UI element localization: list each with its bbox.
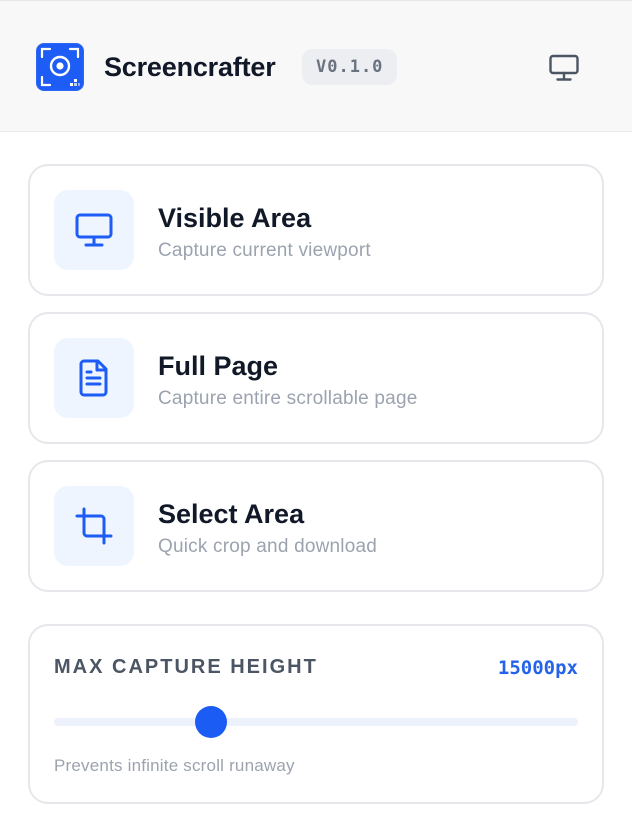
- setting-label: MAX CAPTURE HEIGHT: [54, 656, 318, 678]
- camera-focus-icon: [36, 43, 84, 91]
- icon-tile: [54, 486, 134, 566]
- mode-title: Select Area: [158, 499, 305, 529]
- display-settings-button[interactable]: [546, 51, 582, 85]
- monitor-icon: [549, 54, 579, 81]
- monitor-icon: [75, 213, 113, 247]
- max-height-slider-thumb[interactable]: [195, 706, 228, 738]
- icon-tile: [54, 190, 134, 270]
- mode-title: Full Page: [158, 351, 279, 381]
- setting-value: 15000px: [497, 657, 578, 679]
- max-capture-height-setting: MAX CAPTURE HEIGHT 15000px Prevents infi…: [28, 624, 604, 804]
- document-icon: [79, 359, 108, 397]
- mode-title: Visible Area: [158, 203, 312, 233]
- max-height-slider-track[interactable]: [54, 718, 578, 726]
- visible-area-button[interactable]: Visible Area Capture current viewport: [28, 164, 604, 296]
- mode-subtitle: Quick crop and download: [158, 536, 378, 557]
- crop-icon: [75, 507, 113, 545]
- version-badge: V0.1.0: [302, 49, 398, 85]
- setting-hint: Prevents infinite scroll runaway: [54, 756, 295, 775]
- mode-subtitle: Capture entire scrollable page: [158, 388, 418, 409]
- app-header: Screencrafter V0.1.0: [0, 0, 632, 132]
- icon-tile: [54, 338, 134, 418]
- app-title: Screencrafter: [104, 52, 276, 82]
- full-page-button[interactable]: Full Page Capture entire scrollable page: [28, 312, 604, 444]
- select-area-button[interactable]: Select Area Quick crop and download: [28, 460, 604, 592]
- mode-subtitle: Capture current viewport: [158, 240, 371, 261]
